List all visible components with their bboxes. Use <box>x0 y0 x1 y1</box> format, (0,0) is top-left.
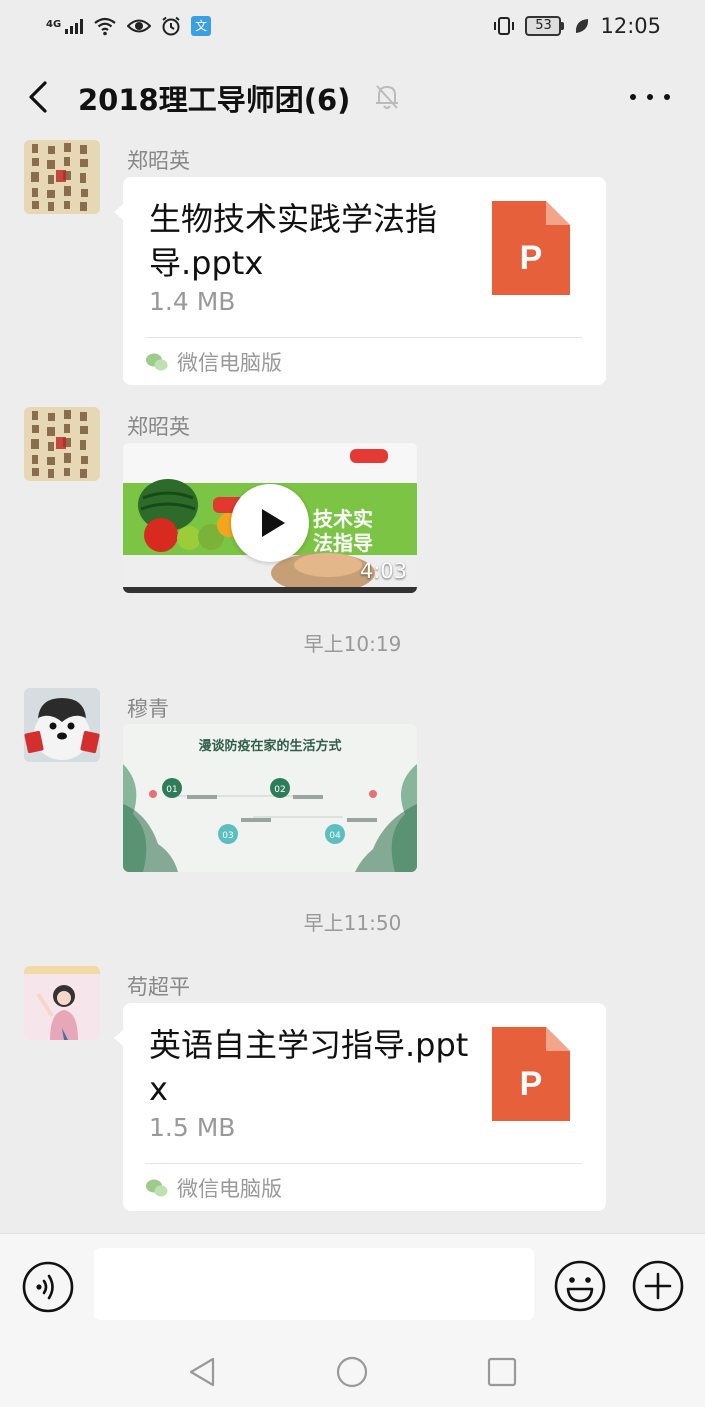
more-icon[interactable] <box>630 90 670 104</box>
play-icon <box>262 509 285 537</box>
mute-bell-icon <box>376 85 398 109</box>
video-duration: 4:03 <box>359 559 407 583</box>
plus-icon[interactable] <box>631 1259 685 1313</box>
video-message[interactable]: 技术实 法指导 4:03 <box>123 443 417 593</box>
chat-title: 2018理工导师团(6) <box>78 83 351 117</box>
alarm-icon <box>162 16 180 36</box>
vibrate-icon <box>494 17 515 35</box>
girl-avatar-image <box>24 966 100 1040</box>
file-type-badge: P <box>520 239 543 277</box>
image-message[interactable]: 漫谈防疫在家的生活方式 01 02 03 04 <box>123 724 417 872</box>
wechat-pc-icon <box>146 353 168 371</box>
calligraphy-avatar-image <box>24 407 100 481</box>
slide-item-number: 02 <box>274 785 285 795</box>
message-input[interactable] <box>94 1248 534 1320</box>
video-thumb-title: 技术实 <box>313 507 373 531</box>
signal-icon <box>65 18 84 34</box>
message-timestamp: 早上11:50 <box>303 911 402 935</box>
slide-item-number: 03 <box>222 831 233 841</box>
battery-icon: 53 <box>525 16 565 36</box>
file-name: 生物技术实践学法指导.pptx <box>149 200 438 282</box>
sender-name: 郑昭英 <box>127 149 190 173</box>
ppt-file-icon: P <box>492 1027 570 1121</box>
input-bar <box>0 1233 705 1331</box>
source-label: 微信电脑版 <box>145 347 282 377</box>
calligraphy-avatar-image <box>24 140 100 214</box>
play-button[interactable] <box>231 484 309 562</box>
source-label: 微信电脑版 <box>145 1173 282 1203</box>
voice-icon[interactable] <box>22 1261 74 1313</box>
status-time: 12:05 <box>600 14 661 38</box>
file-size: 1.5 MB <box>149 1113 236 1142</box>
dog-avatar-image <box>24 688 100 762</box>
message-timestamp: 早上10:19 <box>303 632 402 656</box>
file-type-badge: P <box>520 1065 543 1103</box>
file-message-bubble[interactable]: 英语自主学习指导.pptx 1.5 MB P 微信电脑版 <box>114 1003 606 1211</box>
avatar[interactable] <box>24 966 100 1040</box>
file-name: 英语自主学习指导.pptx <box>149 1026 469 1108</box>
chat-header: 2018理工导师团(6) <box>0 52 705 140</box>
divider <box>145 1163 582 1164</box>
network-type: 4G <box>46 19 62 30</box>
leaf-icon <box>576 19 589 33</box>
eye-icon <box>127 19 152 33</box>
slide-title: 漫谈防疫在家的生活方式 <box>198 738 341 754</box>
file-message-bubble[interactable]: 生物技术实践学法指导.pptx 1.4 MB P 微信电脑版 <box>114 177 606 385</box>
wifi-icon <box>94 17 116 36</box>
slide-image: 漫谈防疫在家的生活方式 01 02 03 04 <box>123 724 417 872</box>
file-size: 1.4 MB <box>149 287 236 316</box>
source-text: 微信电脑版 <box>177 351 282 375</box>
divider <box>145 337 582 338</box>
sender-name: 苟超平 <box>127 975 190 999</box>
slide-item-number: 01 <box>166 785 177 795</box>
app-notification-icon: 文 <box>191 16 212 36</box>
nav-back-icon[interactable] <box>185 1355 219 1389</box>
nav-recent-icon[interactable] <box>485 1355 519 1389</box>
avatar[interactable] <box>24 688 100 762</box>
avatar[interactable] <box>24 140 100 214</box>
wechat-pc-icon <box>146 1179 168 1197</box>
battery-level: 53 <box>525 16 562 36</box>
slide-item-number: 04 <box>329 831 341 841</box>
system-nav-bar <box>0 1331 705 1407</box>
emoji-icon[interactable] <box>553 1259 607 1313</box>
source-text: 微信电脑版 <box>177 1177 282 1201</box>
avatar[interactable] <box>24 407 100 481</box>
video-thumb-subtitle: 法指导 <box>313 531 373 555</box>
status-bar: 4G 文 53 12:05 <box>0 0 705 52</box>
nav-home-icon[interactable] <box>335 1355 369 1389</box>
back-icon[interactable] <box>26 80 50 114</box>
sender-name: 郑昭英 <box>127 415 190 439</box>
sender-name: 穆青 <box>127 697 169 721</box>
ppt-file-icon: P <box>492 201 570 295</box>
chat-area[interactable]: 郑昭英 生物技术实践学法指导.pptx 1.4 MB P 微信电脑版 郑昭英 技… <box>0 140 705 1233</box>
